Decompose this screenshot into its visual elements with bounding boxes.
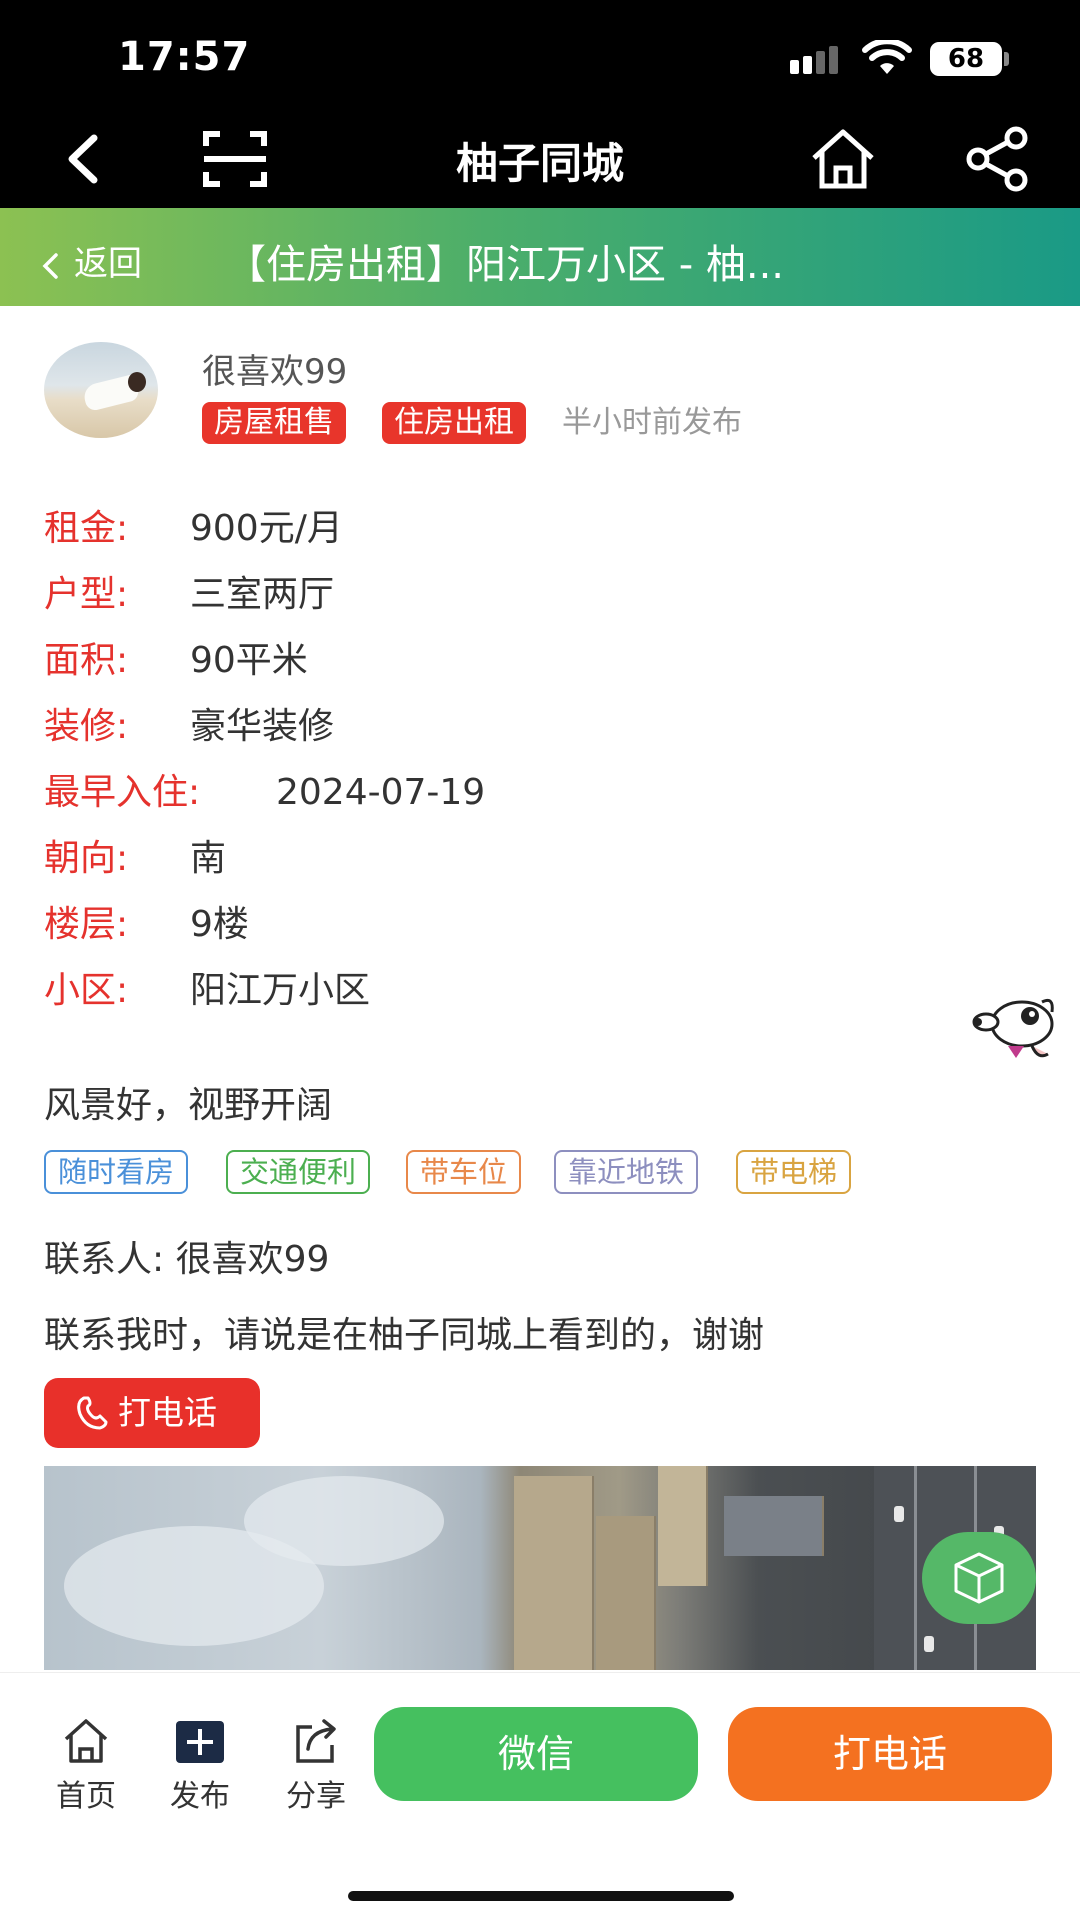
photo-building — [724, 1496, 824, 1556]
avatar-hair — [128, 372, 146, 392]
photo-cloud — [244, 1476, 444, 1566]
photo-car — [894, 1506, 904, 1522]
feature-tag: 带电梯 — [736, 1150, 852, 1194]
detail-row-floor: 楼层: 9楼 — [44, 900, 249, 950]
detail-row-decoration: 装修: 豪华装修 — [44, 702, 334, 752]
page-title: 【住房出租】阳江万小区 - 柚... — [226, 242, 785, 288]
call-button[interactable]: 打电话 — [44, 1378, 260, 1448]
call-button-label: 打电话 — [118, 1393, 217, 1432]
feature-tag: 带车位 — [406, 1150, 522, 1194]
photo-lane — [914, 1466, 917, 1670]
battery-tip — [1004, 52, 1009, 66]
photo-building — [514, 1476, 594, 1670]
detail-value: 阳江万小区 — [190, 970, 371, 1011]
detail-label: 楼层: — [44, 904, 129, 945]
battery-indicator: 68 — [930, 42, 1002, 76]
detail-row-community: 小区: 阳江万小区 — [44, 966, 370, 1016]
nav-share[interactable]: 分享 — [266, 1715, 366, 1815]
app-title: 柚子同城 — [455, 139, 624, 188]
detail-label: 朝向: — [44, 838, 129, 879]
detail-value: 9楼 — [190, 904, 249, 945]
detail-label: 面积: — [44, 640, 129, 681]
avatar[interactable] — [44, 342, 158, 438]
chevron-left-icon — [42, 252, 58, 279]
feature-tag: 交通便利 — [226, 1150, 371, 1194]
detail-value: 2024-07-19 — [276, 772, 486, 813]
nav-publish-label: 发布 — [170, 1779, 230, 1814]
detail-value: 900元/月 — [190, 508, 343, 549]
home-icon[interactable] — [808, 126, 878, 192]
wifi-icon — [862, 40, 912, 74]
detail-value: 南 — [190, 838, 227, 879]
back-link[interactable]: 返回 — [40, 236, 142, 285]
category-tag[interactable]: 住房出租 — [382, 402, 526, 444]
detail-row-area: 面积: 90平米 — [44, 636, 308, 686]
detail-label: 装修: — [44, 706, 129, 747]
feature-tag: 靠近地铁 — [554, 1150, 699, 1194]
feature-tag: 随时看房 — [44, 1150, 189, 1194]
category-tag[interactable]: 房屋租售 — [202, 402, 346, 444]
bottom-action-bar: 首页 发布 分享 微信 打电话 — [0, 1672, 1080, 1920]
photo-car — [924, 1636, 934, 1652]
nav-share-label: 分享 — [286, 1779, 346, 1814]
status-time: 17:57 — [118, 34, 251, 80]
detail-value: 90平米 — [190, 640, 308, 681]
back-label: 返回 — [74, 244, 142, 284]
detail-label: 小区: — [44, 970, 129, 1011]
posted-time: 半小时前发布 — [562, 405, 742, 440]
cellular-signal-icon — [790, 46, 838, 74]
detail-value: 三室两厅 — [190, 574, 335, 615]
page-banner: 返回 【住房出租】阳江万小区 - 柚... — [0, 208, 1080, 306]
home-icon — [64, 1719, 108, 1763]
nav-home[interactable]: 首页 — [36, 1715, 136, 1815]
poster-name[interactable]: 很喜欢99 — [202, 344, 347, 393]
wechat-button[interactable]: 微信 — [374, 1707, 698, 1801]
detail-value: 豪华装修 — [190, 706, 335, 747]
detail-label: 租金: — [44, 508, 129, 549]
detail-row-layout: 户型: 三室两厅 — [44, 570, 334, 620]
photo-building — [596, 1516, 656, 1670]
cube-icon — [954, 1552, 1004, 1604]
photo-building — [658, 1466, 708, 1586]
listing-photo[interactable] — [44, 1466, 1036, 1670]
mascot-dog-icon[interactable] — [972, 994, 1060, 1064]
share-arrow-icon — [296, 1719, 336, 1763]
detail-row-move-in: 最早入住: 2024-07-19 — [44, 768, 485, 818]
status-bar: 17:57 68 — [0, 0, 1080, 110]
phone-icon — [77, 1396, 108, 1430]
contact-notice: 联系我时，请说是在柚子同城上看到的，谢谢 — [44, 1315, 765, 1356]
app-header: 柚子同城 — [0, 110, 1080, 208]
nav-home-label: 首页 — [56, 1779, 116, 1814]
detail-row-rent: 租金: 900元/月 — [44, 504, 343, 554]
plus-icon — [176, 1721, 224, 1763]
nav-publish[interactable]: 发布 — [150, 1715, 250, 1815]
call-now-button[interactable]: 打电话 — [728, 1707, 1052, 1801]
3d-view-button[interactable] — [922, 1532, 1036, 1624]
listing-description: 风景好，视野开阔 — [44, 1085, 333, 1126]
share-icon[interactable] — [964, 126, 1034, 192]
detail-label: 最早入住: — [44, 772, 201, 813]
detail-label: 户型: — [44, 574, 129, 615]
contact-person: 联系人: 很喜欢99 — [44, 1239, 330, 1280]
detail-row-orientation: 朝向: 南 — [44, 834, 226, 884]
home-indicator — [348, 1891, 734, 1901]
